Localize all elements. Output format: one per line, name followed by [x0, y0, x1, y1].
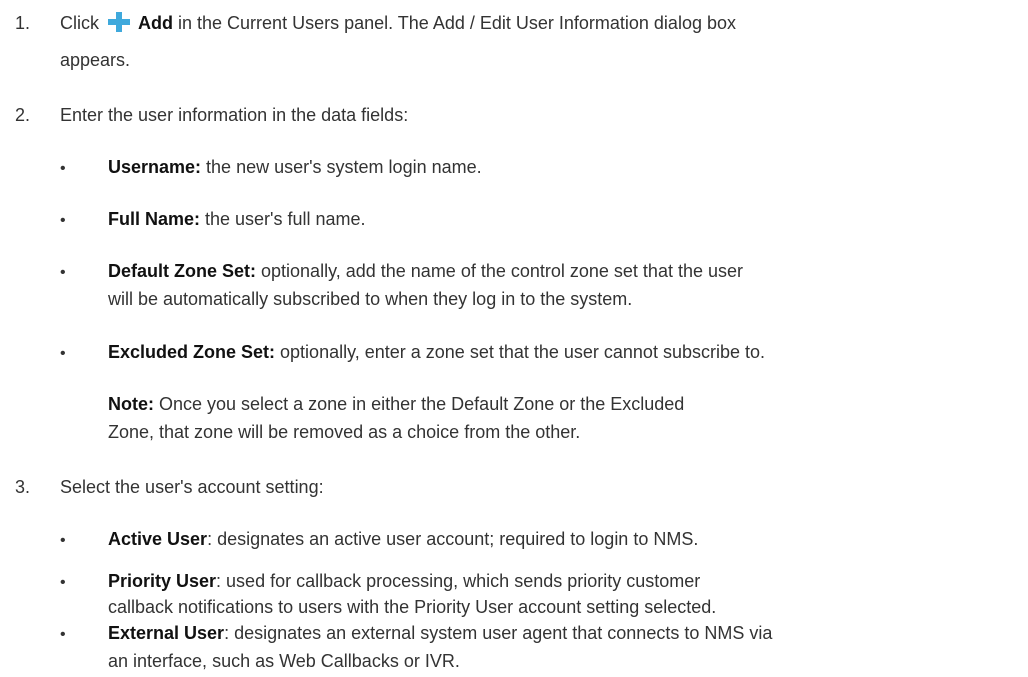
bullet-label: Username:: [108, 157, 202, 177]
bullet-default-zone-set: Default Zone Set: optionally, add the na…: [108, 257, 743, 285]
plus-icon: [106, 12, 132, 32]
bullet-username: Username: the new user's system login na…: [108, 153, 482, 181]
instructions-document: 1. Click Add in the Current Users panel.…: [0, 0, 1028, 677]
step-number: 1.: [15, 13, 31, 33]
bullet-active-user: Active User: designates an active user a…: [108, 525, 698, 553]
bullet-text: optionally, add the name of the control …: [256, 261, 743, 281]
bullet-priority-user: Priority User: used for callback process…: [108, 567, 700, 595]
bullet-marker: •: [60, 574, 66, 591]
step-1-line-1: Click Add in the Current Users panel. Th…: [60, 9, 736, 37]
bullet-label: Full Name:: [108, 209, 201, 229]
step-1-text: in the Current Users panel. The Add / Ed…: [173, 13, 736, 33]
bullet-text: : designates an external system user age…: [224, 623, 773, 643]
note-text: Once you select a zone in either the Def…: [154, 394, 685, 414]
bullet-text: optionally, enter a zone set that the us…: [275, 342, 765, 362]
step-number: 3.: [15, 477, 31, 497]
bullet-excluded-zone-set: Excluded Zone Set: optionally, enter a z…: [108, 338, 765, 366]
step-2-text: Enter the user information in the data f…: [60, 105, 409, 125]
bullet-priority-user-line-2: callback notifications to users with the…: [108, 597, 717, 617]
note-line-2: Zone, that zone will be removed as a cho…: [108, 422, 581, 442]
bullet-text: : designates an active user account; req…: [207, 529, 699, 549]
bullet-text: the new user's system login name.: [201, 157, 482, 177]
bullet-label: Default Zone Set:: [108, 261, 257, 281]
bullet-label: Active User: [108, 529, 208, 549]
bullet-label: Priority User: [108, 571, 217, 591]
bullet-marker: •: [60, 264, 66, 281]
step-1-click-text: Click: [60, 13, 99, 33]
bullet-marker: •: [60, 212, 66, 229]
bullet-external-user: External User: designates an external sy…: [108, 619, 772, 647]
bullet-text: : used for callback processing, which se…: [216, 571, 701, 591]
bullet-marker: •: [60, 160, 66, 177]
note-label: Note:: [108, 394, 154, 414]
bullet-external-user-line-2: an interface, such as Web Callbacks or I…: [108, 651, 460, 671]
step-3-text: Select the user's account setting:: [60, 477, 324, 497]
bullet-label: External User: [108, 623, 225, 643]
step-1-line-2: appears.: [60, 50, 131, 70]
note-line-1: Note: Once you select a zone in either t…: [108, 390, 684, 418]
bullet-marker: •: [60, 345, 66, 362]
bullet-text: the user's full name.: [200, 209, 366, 229]
bullet-full-name: Full Name: the user's full name.: [108, 205, 366, 233]
bullet-label: Excluded Zone Set:: [108, 342, 276, 362]
bullet-marker: •: [60, 626, 66, 643]
bullet-marker: •: [60, 532, 66, 549]
add-label: Add: [138, 13, 174, 33]
step-number: 2.: [15, 105, 31, 125]
bullet-default-zone-set-line-2: will be automatically subscribed to when…: [108, 289, 633, 309]
